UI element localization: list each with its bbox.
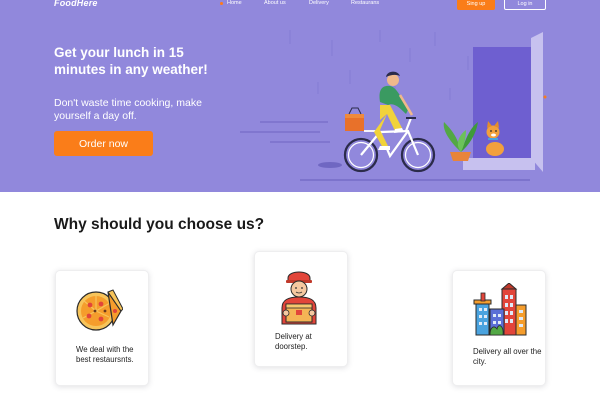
brand-logo[interactable]: FoodHere [54, 0, 98, 8]
hero-title: Get your lunch in 15 minutes in any weat… [54, 45, 208, 77]
feature-card-restaurants[interactable]: We deal with the best restaursnts. [55, 270, 149, 386]
signup-button[interactable]: Sing up [457, 0, 495, 10]
feature-card-city[interactable]: Delivery all over the city. [452, 270, 546, 386]
courier-icon [281, 271, 317, 325]
pizza-icon [76, 289, 123, 331]
nav-home[interactable]: Home [218, 0, 264, 8]
login-button[interactable]: Log in [504, 0, 546, 10]
landing-page: FoodHere Home About us Delivery Restaura… [0, 0, 600, 400]
nav-about-us[interactable]: About us [264, 0, 309, 8]
hero-section: FoodHere Home About us Delivery Restaura… [0, 0, 600, 192]
feature-text: Delivery at doorstep. [275, 332, 312, 351]
feature-text: Delivery all over the city. [473, 347, 542, 366]
city-buildings-icon [473, 283, 527, 336]
nav-links: Home About us Delivery Restaurans [218, 0, 379, 8]
feature-text: We deal with the best restaursnts. [76, 345, 134, 364]
delivery-bike-illustration [240, 30, 547, 181]
nav-restaurants[interactable]: Restaurans [351, 0, 379, 8]
feature-card-doorstep[interactable]: Delivery at doorstep. [254, 251, 348, 367]
order-now-button[interactable]: Order now [54, 131, 153, 156]
nav-delivery[interactable]: Delivery [309, 0, 351, 8]
hero-subtitle: Don't waste time cooking, make yourself … [54, 97, 202, 122]
section-title: Why should you choose us? [54, 216, 265, 233]
top-nav: FoodHere Home About us Delivery Restaura… [0, 0, 600, 12]
